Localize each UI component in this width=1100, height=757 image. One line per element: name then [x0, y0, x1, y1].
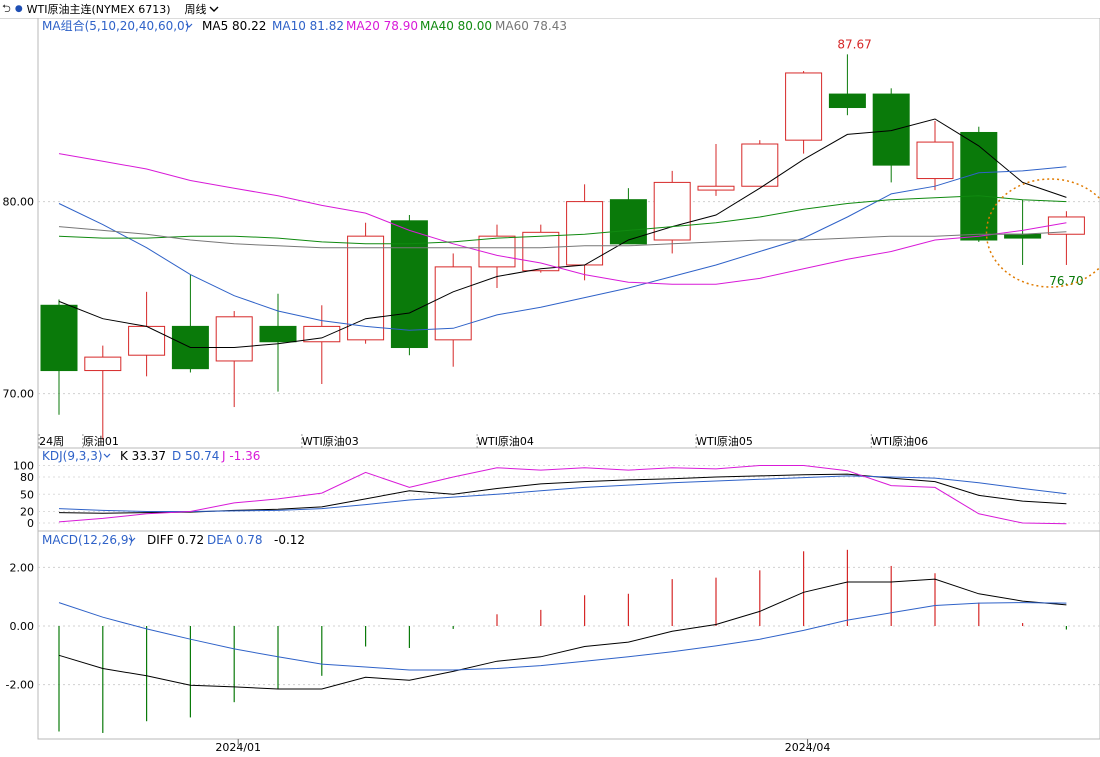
candle-body — [390, 220, 428, 349]
price-x-label: WTI原油04 — [477, 434, 534, 448]
chart-canvas[interactable]: 70.00 80.00 020 50 80100 -2.00 0.00 2.00 87.67 7… — [0, 18, 1100, 757]
macd-pane — [37, 530, 1100, 740]
ma10-legend: MA10 81.82 — [272, 19, 344, 33]
candle-body — [40, 304, 78, 372]
candle-body — [653, 181, 691, 241]
candle-body — [872, 93, 910, 166]
ma-legend-name[interactable]: MA组合(5,10,20,40,60,0) — [42, 18, 189, 33]
kdj-tick-label: 0 — [27, 517, 34, 530]
chevron-down-icon — [209, 6, 219, 12]
ma20-legend: MA20 78.90 — [346, 19, 418, 33]
price-x-label: WTI原油06 — [871, 434, 928, 448]
candle-body — [916, 141, 954, 180]
candle-body — [478, 235, 516, 268]
candle-body — [697, 185, 735, 191]
period-selector[interactable]: 周线 — [185, 1, 219, 17]
price-x-label: 24周 — [39, 435, 64, 448]
kdj-k-legend: K 33.37 — [120, 449, 166, 463]
price-x-label: 原油01 — [83, 434, 119, 448]
ma60-legend: MA60 78.43 — [495, 19, 567, 33]
price-x-label: WTI原油05 — [696, 434, 753, 448]
macd-legend-name[interactable]: MACD(12,26,9) — [42, 533, 133, 547]
ma40-legend: MA40 80.00 — [420, 19, 492, 33]
instrument-dot-icon: ● — [14, 4, 23, 14]
candle-body — [828, 93, 866, 109]
price-tick-label: 70.00 — [3, 388, 35, 401]
macd-dea-legend: DEA 0.78 — [207, 533, 263, 547]
macd-value-legend: -0.12 — [274, 533, 305, 547]
high-annotation: 87.67 — [837, 37, 871, 51]
macd-tick-label: -2.00 — [6, 679, 34, 692]
candle-body — [960, 131, 998, 241]
macd-diff-legend: DIFF 0.72 — [147, 533, 204, 547]
bottom-x-label: 2024/01 — [215, 741, 261, 754]
kdj-tick-label: 20 — [20, 506, 34, 519]
candle-body — [259, 325, 297, 343]
candle-body — [215, 316, 253, 362]
macd-tick-label: 0.00 — [10, 620, 35, 633]
kdj-legend-name[interactable]: KDJ(9,3,3) — [42, 449, 103, 463]
ma5-legend: MA5 80.22 — [202, 19, 266, 33]
candle-body — [128, 325, 166, 356]
menu-toggle-icon[interactable]: ⮌ — [2, 0, 11, 19]
candle-body — [609, 199, 647, 245]
y-axis: 70.00 80.00 020 50 80100 -2.00 0.00 2.00 — [3, 196, 35, 692]
price-tick-label: 80.00 — [3, 196, 35, 209]
instrument-name[interactable]: WTI原油主连(NYMEX 6713) — [27, 1, 171, 17]
kdj-tick-label: 100 — [13, 460, 34, 473]
macd-tick-label: 2.00 — [10, 561, 35, 574]
kdj-j-legend: J -1.36 — [221, 449, 260, 463]
ma-legend: MA组合(5,10,20,40,60,0) MA5 80.22 MA10 81.… — [42, 18, 567, 33]
price-x-label: WTI原油03 — [302, 434, 359, 448]
candle-body — [1047, 216, 1085, 235]
candle-body — [785, 72, 823, 141]
candle-body — [1004, 233, 1042, 239]
kdj-tick-label: 50 — [20, 488, 34, 501]
candle-body — [522, 231, 560, 272]
period-label: 周线 — [184, 3, 207, 16]
chart-title-bar: ⮌ ● WTI原油主连(NYMEX 6713) 周线 — [0, 0, 1100, 19]
bottom-x-label: 2024/04 — [785, 741, 831, 754]
kdj-tick-label: 80 — [20, 471, 34, 484]
kdj-d-legend: D 50.74 — [172, 449, 219, 463]
candle-body — [84, 356, 122, 372]
kdj-legend: KDJ(9,3,3) K 33.37 D 50.74 J -1.36 — [42, 449, 260, 463]
